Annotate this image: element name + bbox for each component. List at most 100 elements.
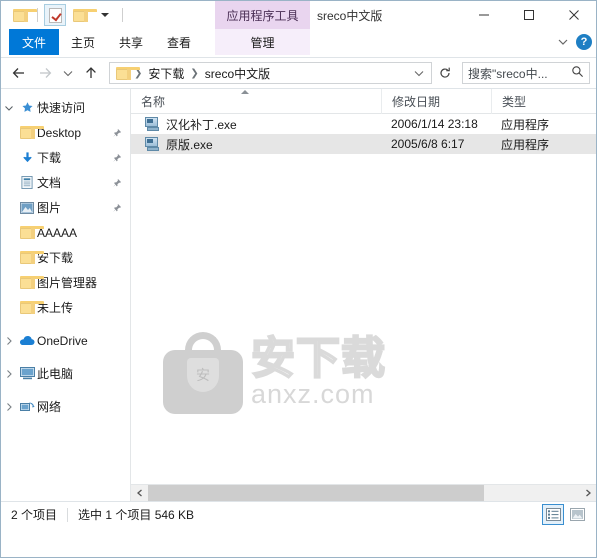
sidebar-item-this-pc[interactable]: 此电脑 — [1, 361, 130, 386]
horizontal-scrollbar[interactable] — [131, 484, 596, 502]
search-icon[interactable] — [571, 65, 584, 81]
pin-icon[interactable] — [112, 127, 122, 141]
navigation-pane: 快速访问 Desktop 下载 文档 图片 AAAAA 安下载 图片管理器 未上… — [1, 89, 131, 501]
tab-share[interactable]: 共享 — [107, 29, 155, 55]
sidebar-item-label: 文档 — [37, 176, 62, 190]
folder-icon — [17, 301, 44, 314]
file-name-cell[interactable]: 汉化补丁.exe — [131, 116, 381, 133]
maximize-button[interactable] — [506, 1, 551, 29]
sidebar-item-anxiazai[interactable]: 安下载 — [1, 245, 130, 270]
tab-file[interactable]: 文件 — [9, 29, 60, 55]
scrollbar-track[interactable] — [148, 484, 579, 502]
qat-divider-2 — [122, 8, 123, 22]
status-bar: 2 个项目 选中 1 个项目 546 KB — [1, 501, 596, 527]
download-icon — [17, 151, 37, 164]
file-rows: 汉化补丁.exe 2006/1/14 23:18 应用程序 原版.exe 200… — [131, 114, 596, 154]
file-type-cell: 应用程序 — [501, 117, 550, 132]
folder-icon — [17, 251, 44, 264]
breadcrumb-item-1[interactable]: sreco中文版 — [202, 65, 273, 82]
search-placeholder: 搜索"sreco中... — [468, 66, 548, 81]
column-header-name-label: 名称 — [141, 94, 166, 109]
status-divider — [67, 507, 69, 522]
file-list-pane: 名称 修改日期 类型 汉化补丁.exe 2006/1/14 23:18 应用程序… — [131, 89, 596, 501]
file-name-cell[interactable]: 原版.exe — [131, 136, 381, 153]
breadcrumb-dropdown-icon[interactable] — [411, 67, 427, 79]
recent-locations-button[interactable] — [59, 61, 77, 85]
window-controls — [461, 1, 596, 29]
folder-glyph — [12, 8, 37, 22]
chevron-right-icon[interactable] — [1, 394, 17, 419]
documents-icon — [17, 176, 37, 189]
selection-label: 选中 1 个项目 546 KB — [78, 508, 195, 522]
column-header-date[interactable]: 修改日期 — [381, 89, 491, 114]
refresh-button[interactable] — [434, 62, 456, 84]
file-name-label: 原版.exe — [166, 137, 213, 152]
file-type-cell: 应用程序 — [501, 137, 550, 152]
collapse-ribbon-icon[interactable] — [556, 35, 570, 49]
breadcrumb-item-0[interactable]: 安下载 — [145, 65, 187, 82]
file-date-cell: 2006/1/14 23:18 — [391, 117, 478, 131]
title-bar: 应用程序工具 sreco中文版 — [1, 1, 596, 29]
folder-icon — [17, 126, 44, 139]
chevron-right-icon[interactable] — [1, 328, 17, 353]
properties-icon[interactable] — [44, 4, 66, 26]
scrollbar-thumb[interactable] — [148, 484, 485, 502]
pictures-icon — [17, 201, 37, 214]
properties-glyph — [48, 7, 62, 23]
pin-icon[interactable] — [112, 177, 122, 191]
sidebar-item-picture-manager[interactable]: 图片管理器 — [1, 270, 130, 295]
column-header-date-label: 修改日期 — [392, 94, 441, 109]
sidebar-item-desktop[interactable]: Desktop — [1, 120, 130, 145]
explorer-window: 应用程序工具 sreco中文版 文件 主页 共享 查看 管理 ? ❯ 安下载 ❯… — [0, 0, 597, 558]
breadcrumb-folder-icon[interactable] — [116, 66, 140, 80]
sidebar-item-label: Desktop — [37, 125, 82, 140]
breadcrumb-separator-2: ❯ — [190, 67, 199, 79]
star-icon — [17, 101, 37, 114]
file-name-label: 汉化补丁.exe — [166, 117, 237, 132]
sidebar-item-onedrive[interactable]: OneDrive — [1, 328, 130, 353]
breadcrumb[interactable]: ❯ 安下载 ❯ sreco中文版 — [109, 62, 432, 84]
sidebar-item-quick-access[interactable]: 快速访问 — [1, 95, 130, 120]
sidebar-item-aaaaa[interactable]: AAAAA — [1, 220, 130, 245]
application-icon — [145, 137, 160, 151]
chevron-right-icon[interactable] — [1, 361, 17, 386]
sidebar-item-downloads[interactable]: 下载 — [1, 145, 130, 170]
tab-view[interactable]: 查看 — [155, 29, 203, 55]
folder-icon[interactable] — [9, 4, 37, 26]
sidebar-item-network[interactable]: 网络 — [1, 394, 130, 419]
new-folder-icon[interactable] — [69, 4, 97, 26]
sidebar-item-documents[interactable]: 文档 — [1, 170, 130, 195]
pin-icon[interactable] — [112, 202, 122, 216]
scroll-left-arrow-icon[interactable] — [131, 485, 148, 502]
up-button[interactable] — [79, 61, 103, 85]
folder-icon — [17, 226, 44, 239]
column-header-type[interactable]: 类型 — [491, 89, 581, 114]
tab-home[interactable]: 主页 — [59, 29, 107, 55]
quick-access-toolbar — [1, 1, 126, 29]
sidebar-item-label: 快速访问 — [37, 101, 86, 115]
sidebar-item-pictures[interactable]: 图片 — [1, 195, 130, 220]
address-bar: ❯ 安下载 ❯ sreco中文版 搜索"sreco中... — [1, 58, 596, 88]
scroll-right-arrow-icon[interactable] — [579, 485, 596, 502]
column-header-name[interactable]: 名称 — [131, 89, 381, 114]
customize-dropdown-icon[interactable] — [94, 4, 116, 26]
chevron-down-icon[interactable] — [1, 95, 17, 120]
help-icon[interactable]: ? — [576, 34, 592, 50]
details-view-button[interactable] — [542, 504, 564, 525]
sidebar-item-label: 此电脑 — [37, 367, 74, 381]
column-headers: 名称 修改日期 类型 — [131, 89, 596, 114]
tab-manage[interactable]: 管理 — [215, 29, 310, 55]
minimize-button[interactable] — [461, 1, 506, 29]
close-button[interactable] — [551, 1, 596, 29]
forward-button[interactable] — [33, 61, 57, 85]
folder-icon — [17, 276, 44, 289]
sidebar-item-not-uploaded[interactable]: 未上传 — [1, 295, 130, 320]
table-row[interactable]: 汉化补丁.exe 2006/1/14 23:18 应用程序 — [131, 114, 596, 134]
table-row[interactable]: 原版.exe 2005/6/8 6:17 应用程序 — [131, 134, 596, 154]
search-input[interactable]: 搜索"sreco中... — [462, 62, 590, 84]
back-button[interactable] — [7, 61, 31, 85]
column-header-type-label: 类型 — [502, 94, 527, 109]
network-icon — [17, 400, 37, 413]
pin-icon[interactable] — [112, 152, 122, 166]
large-icons-view-button[interactable] — [566, 504, 588, 525]
